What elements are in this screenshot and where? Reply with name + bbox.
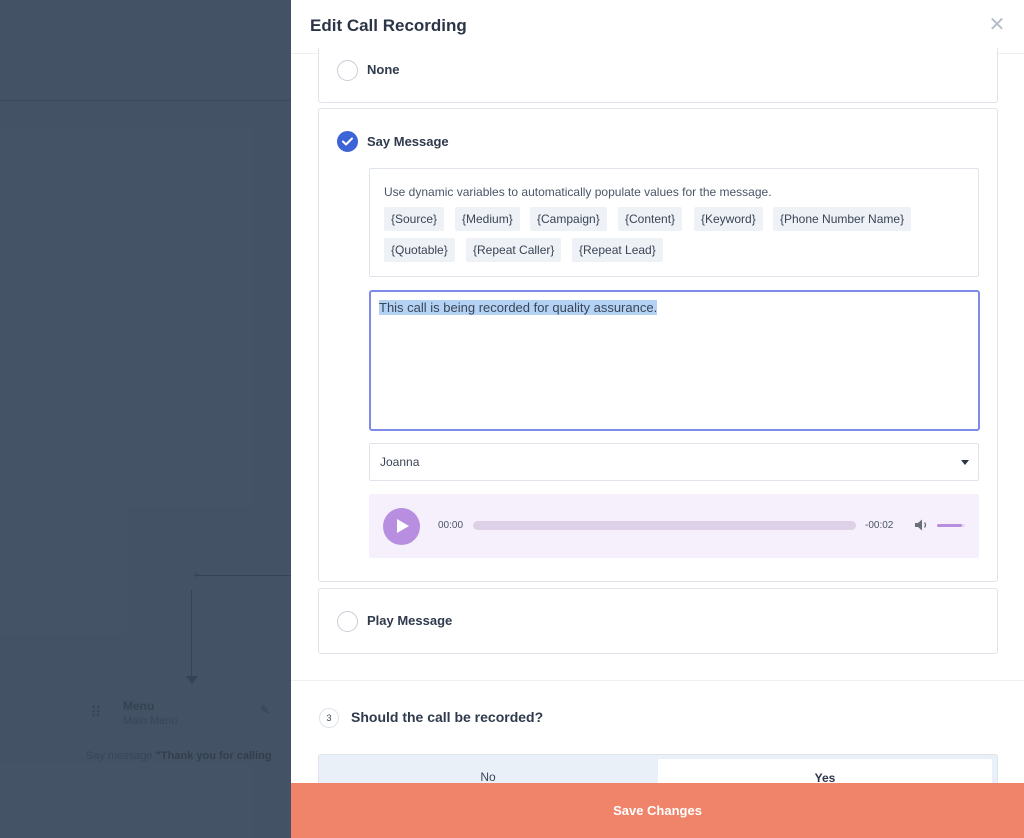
save-changes-button[interactable]: Save Changes bbox=[291, 783, 1024, 838]
pencil-icon: ✎ bbox=[260, 703, 271, 717]
checkmark-icon bbox=[342, 137, 353, 146]
flow-connector bbox=[196, 575, 291, 576]
voice-select-value: Joanna bbox=[380, 455, 420, 469]
volume-icon[interactable] bbox=[914, 518, 930, 532]
play-button[interactable] bbox=[383, 508, 420, 545]
panel-title: Edit Call Recording bbox=[310, 16, 467, 35]
variable-chip[interactable]: {Quotable} bbox=[384, 238, 455, 262]
progress-bar[interactable] bbox=[473, 521, 856, 530]
record-question-title: Should the call be recorded? bbox=[351, 709, 544, 725]
dynamic-variables-box: Use dynamic variables to automatically p… bbox=[369, 168, 979, 277]
variable-chip[interactable]: {Source} bbox=[384, 207, 445, 231]
current-time: 00:00 bbox=[438, 520, 464, 531]
section-divider bbox=[291, 680, 1024, 681]
variable-chip[interactable]: {Repeat Caller} bbox=[466, 238, 562, 262]
close-icon[interactable]: ✕ bbox=[986, 14, 1008, 36]
variable-chip[interactable]: {Content} bbox=[618, 207, 683, 231]
remaining-time: -00:02 bbox=[865, 520, 894, 531]
flow-node-say: Say message "Thank you for calling bbox=[86, 750, 272, 762]
voice-select[interactable]: Joanna bbox=[369, 443, 979, 481]
message-textarea[interactable]: This call is being recorded for quality … bbox=[369, 290, 980, 431]
menu-grid-icon: ⠿ bbox=[90, 705, 102, 722]
volume-fill bbox=[937, 524, 963, 527]
radio-none[interactable] bbox=[337, 60, 358, 81]
volume-slider[interactable] bbox=[937, 524, 965, 527]
flow-node-title: Menu bbox=[123, 699, 155, 713]
flow-node-subtitle: Main Menu bbox=[123, 715, 178, 727]
variable-chip[interactable]: {Medium} bbox=[455, 207, 520, 231]
chevron-down-icon bbox=[961, 460, 969, 465]
option-play-message-label: Play Message bbox=[367, 613, 453, 628]
option-say-message[interactable]: Say Message Use dynamic variables to aut… bbox=[318, 108, 998, 582]
message-text: This call is being recorded for quality … bbox=[379, 300, 658, 315]
radio-play-message[interactable] bbox=[337, 611, 358, 632]
step-number: 3 bbox=[319, 708, 339, 728]
audio-player: 00:00 -00:02 bbox=[369, 494, 979, 558]
option-none[interactable]: None bbox=[318, 48, 998, 103]
background-canvas: + ⠿ Menu Main Menu ✎ Say message "Thank … bbox=[0, 0, 291, 838]
flow-node-say-prefix: Say message bbox=[86, 750, 153, 762]
panel-header: Edit Call Recording ✕ bbox=[291, 0, 1024, 54]
option-say-message-label: Say Message bbox=[367, 134, 449, 149]
option-play-message[interactable]: Play Message bbox=[318, 588, 998, 654]
variables-hint: Use dynamic variables to automatically p… bbox=[384, 185, 772, 199]
variable-chip[interactable]: {Phone Number Name} bbox=[773, 207, 912, 231]
variable-chip[interactable]: {Campaign} bbox=[530, 207, 607, 231]
radio-say-message[interactable] bbox=[337, 131, 358, 152]
edit-call-recording-panel: Edit Call Recording ✕ None Say Message U… bbox=[291, 0, 1024, 838]
variable-chip[interactable]: {Repeat Lead} bbox=[572, 238, 663, 262]
variable-chip[interactable]: {Keyword} bbox=[694, 207, 763, 231]
option-none-label: None bbox=[367, 62, 400, 77]
flow-node-say-text: "Thank you for calling bbox=[155, 750, 272, 762]
flow-connector-vertical bbox=[191, 590, 192, 680]
flow-arrow-icon bbox=[186, 676, 198, 684]
background-divider bbox=[0, 100, 291, 101]
